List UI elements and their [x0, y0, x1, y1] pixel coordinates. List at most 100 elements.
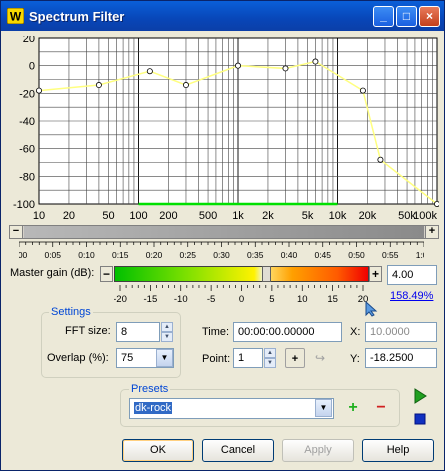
- spin-up-icon[interactable]: ▲: [161, 322, 173, 332]
- play-icon[interactable]: [409, 386, 431, 406]
- master-gain-slider[interactable]: [114, 266, 369, 282]
- presets-select[interactable]: dk-rock: [129, 398, 334, 419]
- control-point: [377, 156, 384, 163]
- point-spinner[interactable]: ▲ ▼: [264, 348, 276, 368]
- gain-minus-button[interactable]: −: [100, 266, 113, 282]
- x-tick-label: 200: [159, 210, 177, 222]
- gain-plus-button[interactable]: +: [369, 266, 382, 282]
- apply-button[interactable]: Apply: [282, 439, 354, 462]
- control-point: [95, 82, 102, 89]
- y-tick-label: -80: [19, 171, 35, 183]
- x-tick-label: 100: [129, 210, 147, 222]
- time-label: 0:50: [348, 250, 365, 260]
- x-tick-label: 50: [102, 210, 114, 222]
- gain-scale: -20 -15 -10 -5 0 5 10 15 20: [114, 285, 368, 305]
- gain-value-field[interactable]: 4.00: [387, 265, 437, 285]
- fft-size-field[interactable]: 8: [116, 322, 160, 342]
- fft-size-label: FFT size:: [65, 325, 111, 337]
- remove-preset-icon[interactable]: −: [370, 398, 392, 420]
- app-logo-icon: W: [7, 8, 24, 24]
- settings-group: [41, 312, 181, 378]
- svg-text:W: W: [10, 10, 22, 24]
- control-point: [234, 62, 241, 69]
- control-point: [146, 68, 153, 75]
- time-label: 0:00: [19, 250, 28, 260]
- y-tick-label: -40: [19, 116, 35, 128]
- control-point: [35, 87, 42, 94]
- x-tick-label: 500: [199, 210, 217, 222]
- overlap-dropdown-chevron-icon[interactable]: ▼: [156, 349, 173, 367]
- presets-dropdown-chevron-icon[interactable]: ▼: [315, 399, 332, 417]
- time-label: 0:15: [112, 250, 129, 260]
- y-tick-labels: 20 0 -20 -40 -60 -80 -100: [13, 36, 35, 211]
- time-label: Time:: [202, 326, 230, 338]
- time-label: 0:40: [281, 250, 298, 260]
- cursor-arrow-icon: [365, 301, 378, 317]
- x-tick-label: 20: [63, 210, 75, 222]
- ok-button[interactable]: OK: [122, 439, 194, 462]
- control-point: [182, 82, 189, 89]
- time-label: 0:45: [314, 250, 331, 260]
- zoom-out-button[interactable]: −: [9, 225, 23, 239]
- gain-scale-label: 5: [269, 294, 274, 305]
- gain-slider-thumb[interactable]: [261, 266, 271, 282]
- time-label: 0:05: [44, 250, 61, 260]
- time-label: 0:55: [382, 250, 399, 260]
- frequency-scroll-track[interactable]: [24, 226, 424, 238]
- y-tick-label: -60: [19, 144, 35, 156]
- spin-up-icon[interactable]: ▲: [264, 348, 276, 358]
- control-point: [282, 65, 289, 72]
- time-axis: 0:00 0:05 0:10 0:15 0:20 0:25 0:30 0:35 0:40 0:45…: [19, 241, 424, 260]
- gain-scale-label: -20: [114, 294, 127, 305]
- cancel-button[interactable]: Cancel: [202, 439, 274, 462]
- time-field[interactable]: 00:00:00.00000: [233, 322, 342, 342]
- x-tick-label: 20k: [359, 210, 377, 222]
- x-tick-label: 100k: [413, 210, 437, 222]
- time-label: 0:30: [213, 250, 230, 260]
- gain-percent-link[interactable]: 158.49%: [390, 290, 433, 302]
- add-point-icon[interactable]: +: [285, 348, 305, 368]
- remove-point-icon[interactable]: ↪: [315, 351, 325, 365]
- close-button[interactable]: ×: [419, 6, 440, 27]
- x-tick-label: 1k: [232, 210, 244, 222]
- x-tick-label: 10: [33, 210, 45, 222]
- gain-scale-label: -5: [207, 294, 215, 305]
- x-field[interactable]: 10.0000: [365, 322, 437, 342]
- control-point: [359, 87, 366, 94]
- zoom-in-button[interactable]: +: [425, 225, 439, 239]
- overlap-label: Overlap (%):: [47, 352, 109, 364]
- time-label: 0:25: [179, 250, 196, 260]
- fft-size-spinner[interactable]: ▲ ▼: [161, 322, 173, 342]
- gain-scale-label: -15: [144, 294, 158, 305]
- maximize-button[interactable]: □: [396, 6, 417, 27]
- title-bar[interactable]: W Spectrum Filter _ □ ×: [1, 1, 444, 31]
- x-tick-label: 10k: [329, 210, 347, 222]
- control-point: [434, 201, 439, 207]
- add-preset-icon[interactable]: +: [342, 398, 364, 420]
- y-tick-label: -100: [13, 199, 35, 211]
- x-label: X:: [350, 326, 361, 338]
- settings-group-title: Settings: [49, 306, 93, 318]
- window-title: Spectrum Filter: [29, 9, 125, 24]
- stop-icon[interactable]: [409, 409, 431, 429]
- spin-down-icon[interactable]: ▼: [161, 332, 173, 342]
- y-tick-label: 0: [29, 61, 35, 73]
- point-label: Point:: [202, 353, 231, 365]
- spin-down-icon[interactable]: ▼: [264, 358, 276, 368]
- help-button[interactable]: Help: [362, 439, 434, 462]
- spectrum-plot[interactable]: 200-20-40-60-80-100 10 20 50 100 200 500 1k 2k 5…: [9, 36, 439, 223]
- x-tick-label: 2k: [262, 210, 274, 222]
- gain-scale-label: 10: [297, 294, 308, 305]
- time-label: 0:20: [146, 250, 163, 260]
- gain-scale-label: 15: [327, 294, 338, 305]
- y-field[interactable]: -18.2500: [365, 348, 437, 368]
- spectrum-filter-window: W Spectrum Filter _ □ × 20 0 -20 -40 -60 -80-…: [0, 0, 445, 471]
- x-tick-label: 5k: [302, 210, 314, 222]
- frequency-scrollbar[interactable]: − +: [9, 225, 439, 239]
- y-label: Y:: [350, 353, 360, 365]
- minimize-button[interactable]: _: [373, 6, 394, 27]
- presets-selected-value: dk-rock: [134, 402, 173, 414]
- point-field[interactable]: 1: [233, 348, 263, 368]
- master-gain-label: Master gain (dB):: [10, 267, 95, 279]
- presets-group-title: Presets: [129, 383, 171, 395]
